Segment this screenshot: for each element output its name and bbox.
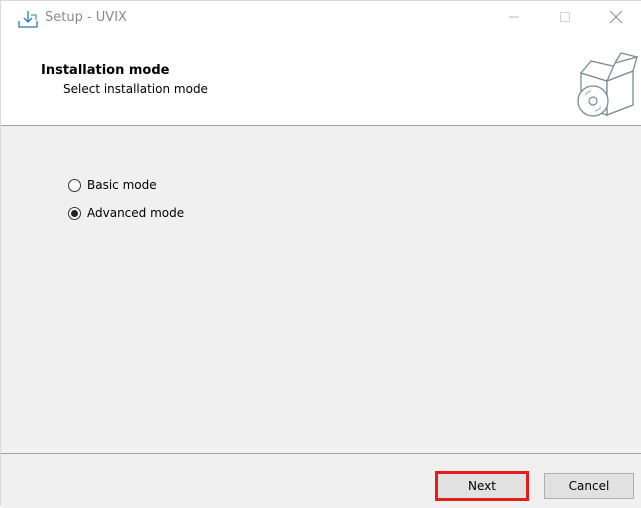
minimize-button[interactable] [491, 1, 537, 33]
basic-mode-label[interactable]: Basic mode [87, 178, 157, 192]
advanced-mode-option[interactable]: Advanced mode [68, 206, 184, 220]
wizard-body: Basic mode Advanced mode [1, 126, 641, 453]
basic-mode-option[interactable]: Basic mode [68, 178, 157, 192]
close-button[interactable] [593, 1, 639, 33]
page-subtitle: Select installation mode [63, 82, 208, 96]
minimize-icon [509, 16, 519, 18]
software-box-disc-icon [577, 52, 638, 117]
close-icon [609, 10, 623, 24]
install-download-icon [18, 11, 38, 28]
wizard-footer: Next Cancel [1, 453, 641, 508]
maximize-icon [560, 12, 570, 22]
next-button[interactable]: Next [435, 471, 529, 501]
basic-mode-radio[interactable] [68, 178, 81, 192]
cancel-button[interactable]: Cancel [544, 473, 634, 499]
advanced-mode-radio[interactable] [68, 206, 81, 220]
setup-window: Setup - UVIX Installation mode Select in… [0, 0, 641, 508]
title-bar: Setup - UVIX [1, 1, 641, 37]
advanced-mode-label[interactable]: Advanced mode [87, 206, 184, 220]
window-title: Setup - UVIX [45, 10, 127, 25]
wizard-header: Installation mode Select installation mo… [1, 37, 641, 126]
page-title: Installation mode [41, 63, 170, 78]
maximize-button[interactable] [542, 1, 588, 33]
